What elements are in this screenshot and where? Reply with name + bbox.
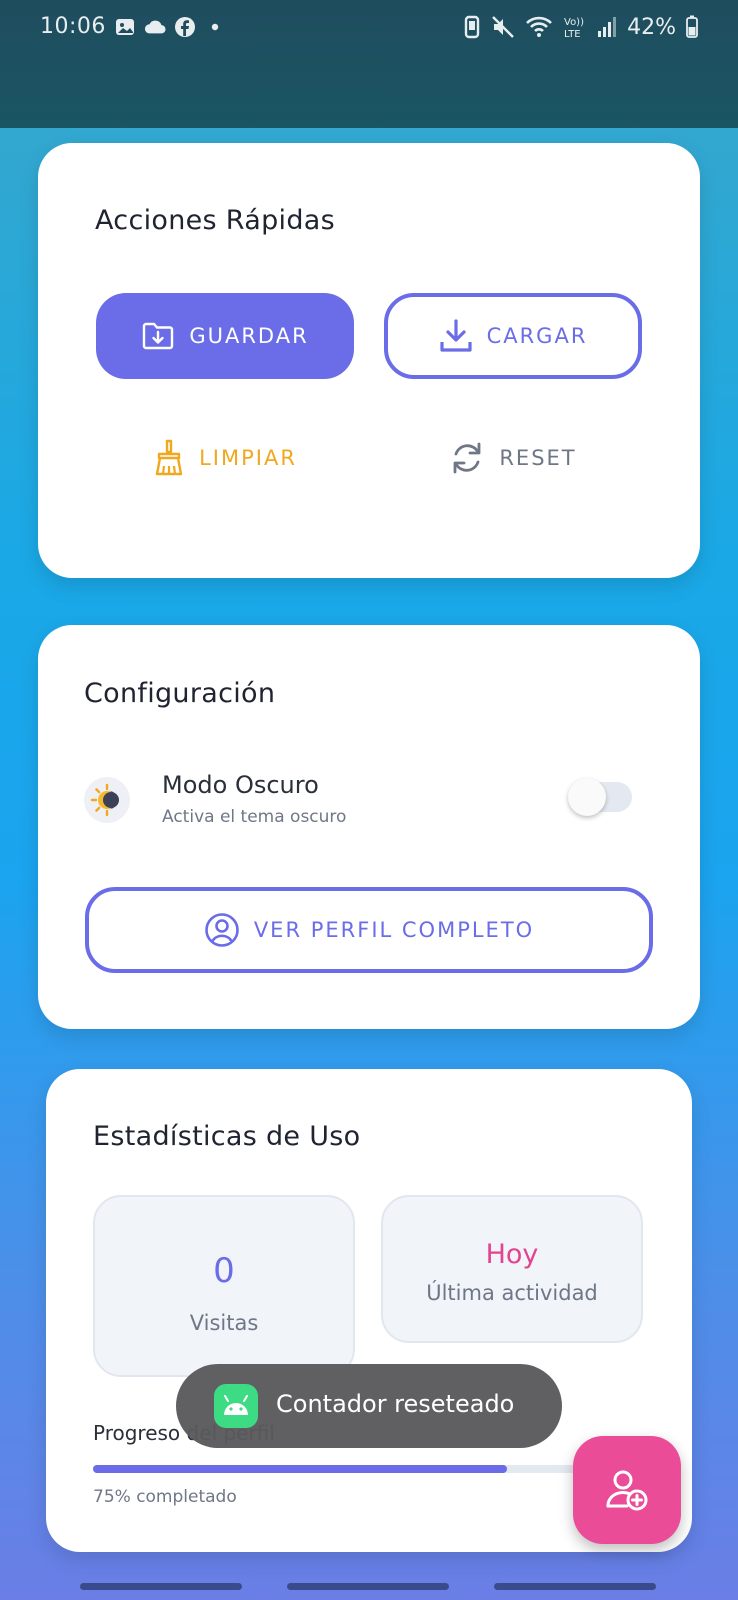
save-button[interactable]: GUARDAR <box>96 293 354 379</box>
nav-handle-center[interactable] <box>287 1583 449 1590</box>
visits-stat: 0 Visitas <box>93 1195 355 1377</box>
nav-handle-left[interactable] <box>80 1583 242 1590</box>
svg-text:LTE: LTE <box>564 29 581 40</box>
cloud-icon <box>144 20 166 34</box>
settings-card: Configuración Modo Oscuro Activa el tema… <box>38 625 700 1029</box>
broom-icon <box>155 439 183 476</box>
view-profile-label: VER PERFIL COMPLETO <box>253 918 535 942</box>
status-time: 10:06 <box>40 14 106 39</box>
android-icon <box>214 1384 258 1428</box>
visits-label: Visitas <box>189 1311 259 1335</box>
user-circle-icon <box>205 913 239 947</box>
clear-button[interactable]: LIMPIAR <box>96 420 354 496</box>
notification-icons <box>114 16 226 38</box>
progress-bar <box>93 1465 645 1473</box>
toast-message: Contador reseteado <box>276 1390 515 1418</box>
clear-label: LIMPIAR <box>199 446 297 470</box>
dark-mode-toggle[interactable] <box>568 778 632 816</box>
vibrate-icon <box>464 15 480 39</box>
mute-icon <box>492 16 514 38</box>
quick-actions-card: Acciones Rápidas GUARDAR CARGAR LIMPIAR … <box>38 143 700 578</box>
reset-label: RESET <box>499 446 577 470</box>
toast: Contador reseteado <box>176 1364 562 1448</box>
folder-download-icon <box>143 322 174 350</box>
reset-button[interactable]: RESET <box>384 420 642 496</box>
signal-icon <box>598 17 617 37</box>
nav-handle-right[interactable] <box>494 1583 656 1590</box>
theme-icon-wrap <box>84 777 130 823</box>
stats-title: Estadísticas de Uso <box>93 1121 361 1152</box>
add-user-icon <box>606 1470 648 1511</box>
progress-fill <box>93 1465 507 1473</box>
quick-actions-title: Acciones Rápidas <box>95 205 335 236</box>
volte-icon: Vo))LTE <box>564 17 584 40</box>
battery-icon <box>686 15 698 38</box>
last-activity-label: Última actividad <box>426 1281 598 1305</box>
battery-percent: 42% <box>627 14 676 40</box>
dark-mode-title: Modo Oscuro <box>162 771 319 799</box>
add-user-fab[interactable] <box>573 1436 681 1544</box>
view-profile-button[interactable]: VER PERFIL COMPLETO <box>85 887 653 973</box>
progress-text: 75% completado <box>93 1487 237 1507</box>
last-activity-stat: Hoy Última actividad <box>381 1195 643 1343</box>
system-icons: Vo)) LTE 42% <box>463 14 698 40</box>
svg-text:Vo)): Vo)) <box>564 17 584 28</box>
facebook-icon <box>175 17 195 37</box>
load-label: CARGAR <box>486 324 588 348</box>
dark-mode-subtitle: Activa el tema oscuro <box>162 807 347 827</box>
gallery-icon <box>116 19 134 35</box>
toggle-knob <box>568 778 606 816</box>
refresh-icon <box>453 442 481 474</box>
load-button[interactable]: CARGAR <box>384 293 642 379</box>
download-icon <box>439 319 472 352</box>
status-bar: 10:06 Vo)) LTE 42% <box>0 0 738 128</box>
visits-value: 0 <box>213 1251 235 1291</box>
last-activity-value: Hoy <box>485 1239 539 1270</box>
wifi-icon <box>526 16 553 37</box>
sun-moon-icon <box>90 783 119 817</box>
save-label: GUARDAR <box>189 324 309 348</box>
dot-icon <box>211 23 219 31</box>
settings-title: Configuración <box>84 678 276 709</box>
